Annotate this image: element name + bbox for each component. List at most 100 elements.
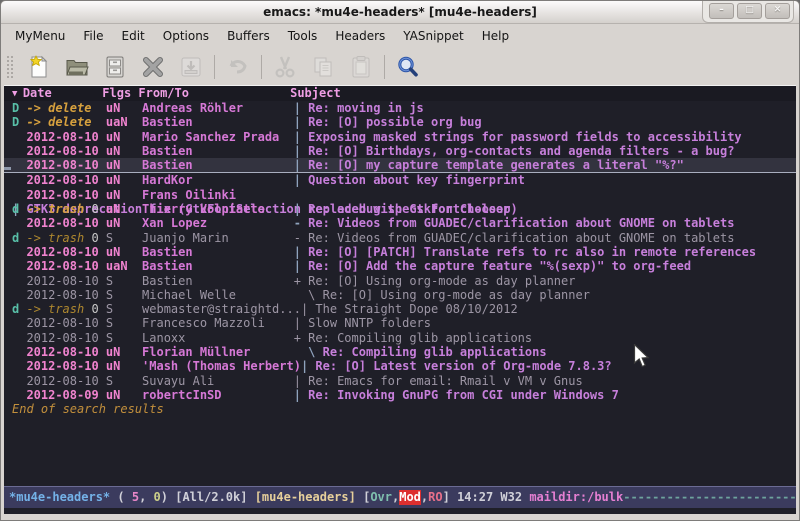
column-header-from-to[interactable]: From/To (138, 86, 290, 100)
subject-field: | Re: moving in js (294, 101, 424, 115)
flags-field: uN (106, 130, 142, 144)
toolbar-separator (261, 55, 262, 79)
column-header-date[interactable]: Date (23, 86, 102, 100)
message-row[interactable]: 2012-08-10SSuvayu Ali| Re: Emacs for ema… (4, 374, 796, 388)
modeline-segment: RO (428, 490, 442, 504)
new-file-icon[interactable] (20, 51, 58, 83)
message-row[interactable]: 2012-08-10uNHardKor| Question about key … (4, 173, 796, 187)
close-button[interactable]: ✕ (765, 3, 790, 19)
message-row[interactable]: 2012-08-10uNFrans Oilinki| GTK3 deprecat… (4, 188, 796, 202)
menu-item-help[interactable]: Help (473, 25, 518, 47)
emacs-window: emacs: *mu4e-headers* [mu4e-headers] – □… (0, 0, 800, 521)
flags-field: S (106, 302, 142, 316)
flags-field: uN (106, 158, 142, 172)
date-field: 2012-08-10 (26, 359, 105, 373)
mark-indicator: D (12, 115, 26, 129)
undo-icon (219, 51, 257, 83)
minimize-button[interactable]: – (709, 3, 734, 19)
menu-item-edit[interactable]: Edit (113, 25, 154, 47)
flags-field: uN (106, 202, 142, 216)
message-row[interactable]: 2012-08-10uNBastien| Re: [O] Birthdays, … (4, 144, 796, 158)
message-row[interactable]: d-> trash 0uNThierry Volpiatto| Re: edeb… (4, 202, 796, 216)
from-field: webmaster@straightd... (142, 302, 301, 316)
menu-item-file[interactable]: File (74, 25, 112, 47)
from-field: Bastien (142, 158, 294, 172)
from-field: Bastien (142, 144, 294, 158)
message-row[interactable]: D-> deleteuaNBastien| Re: [O] possible o… (4, 115, 796, 129)
flags-field: uN (106, 359, 142, 373)
subject-field: \ Re: [O] Using org-mode as day planner (294, 288, 590, 302)
subject-field: | Re: [O] possible org bug (294, 115, 482, 129)
file-cabinet-icon[interactable] (96, 51, 134, 83)
column-header-flags[interactable]: Flgs (102, 86, 138, 100)
subject-field: | Re: edebug specs for cl-loop (294, 202, 511, 216)
toolbar-grip-handle[interactable] (6, 55, 13, 79)
paste-icon (342, 51, 380, 83)
menu-item-yasnippet[interactable]: YASnippet (394, 25, 473, 47)
flags-field: uN (106, 245, 142, 259)
flags-field: uN (106, 388, 142, 402)
message-row[interactable]: 2012-08-10SMichael Welle \ Re: [O] Using… (4, 288, 796, 302)
flags-field: S (106, 231, 142, 245)
from-field: Suvayu Ali (142, 374, 294, 388)
modeline-segment: [ (363, 490, 370, 504)
from-field: Juanjo Marin (142, 231, 294, 245)
date-field: 2012-08-09 (26, 388, 105, 402)
date-field: -> trash 0 (26, 302, 105, 316)
column-header-subject[interactable]: Subject (290, 86, 341, 100)
flags-field: uaN (106, 115, 142, 129)
message-row[interactable]: D-> deleteuNAndreas Röhler| Re: moving i… (4, 101, 796, 115)
date-field: 2012-08-10 (26, 245, 105, 259)
date-field: 2012-08-10 (26, 259, 105, 273)
echo-area (4, 508, 796, 514)
message-row[interactable]: 2012-08-10uNBastien| Re: [O] my capture … (4, 158, 796, 173)
message-row[interactable]: d-> trash 0Swebmaster@straightd...| The … (4, 302, 796, 316)
menu-item-options[interactable]: Options (154, 25, 218, 47)
flags-field: uN (106, 144, 142, 158)
title-bar[interactable]: emacs: *mu4e-headers* [mu4e-headers] – □… (1, 1, 799, 24)
search-icon[interactable] (389, 51, 427, 83)
open-folder-icon[interactable] (58, 51, 96, 83)
modeline-segment: 0 (154, 490, 161, 504)
subject-field: \ Re: Compiling glib applications (294, 345, 547, 359)
message-row[interactable]: 2012-08-10uN'Mash (Thomas Herbert)| Re: … (4, 359, 796, 373)
modeline-segment: [All/2.0k] (175, 490, 254, 504)
message-row[interactable]: 2012-08-10uNBastien| Re: [O] [PATCH] Tra… (4, 245, 796, 259)
message-row[interactable]: 2012-08-10SLanoxx+ Re: Compiling glib ap… (4, 331, 796, 345)
flags-field: uN (106, 188, 142, 202)
message-row[interactable]: 2012-08-09uNrobertcInSD| Re: Invoking Gn… (4, 388, 796, 402)
message-row[interactable]: d-> trash 0SJuanjo Marin- Re: Videos fro… (4, 231, 796, 245)
point-cursor (4, 167, 11, 170)
subject-field: + Re: Compiling glib applications (294, 331, 532, 345)
message-row[interactable]: 2012-08-10uNFlorian Müllner \ Re: Compil… (4, 345, 796, 359)
flags-field: S (106, 331, 142, 345)
from-field: Xan Lopez (142, 216, 294, 230)
modeline-segment: , (392, 490, 399, 504)
message-row[interactable]: 2012-08-10uNMario Sanchez Prada| Exposin… (4, 130, 796, 144)
message-row[interactable]: 2012-08-10uNXan Lopez- Re: Videos from G… (4, 216, 796, 230)
menu-item-headers[interactable]: Headers (326, 25, 394, 47)
from-field: Francesco Mazzoli (142, 316, 294, 330)
message-row[interactable]: 2012-08-10SBastien+ Re: [O] Using org-mo… (4, 274, 796, 288)
maximize-button[interactable]: □ (737, 3, 762, 19)
menu-item-tools[interactable]: Tools (279, 25, 327, 47)
message-row[interactable]: 2012-08-10SFrancesco Mazzoli| Slow NNTP … (4, 316, 796, 330)
modeline-segment: Ovr (370, 490, 392, 504)
end-of-results-text: End of search results (4, 402, 796, 416)
flags-field: uN (106, 216, 142, 230)
date-field: 2012-08-10 (26, 158, 105, 172)
subject-field: + Re: [O] Using org-mode as day planner (294, 274, 576, 288)
menu-item-mymenu[interactable]: MyMenu (6, 25, 74, 47)
flags-field: S (106, 288, 142, 302)
menu-bar: MyMenuFileEditOptionsBuffersToolsHeaders… (1, 24, 799, 48)
message-row[interactable]: 2012-08-10uaNBastien| Re: [O] Add the ca… (4, 259, 796, 273)
close-buffer-icon[interactable] (134, 51, 172, 83)
date-field: 2012-08-10 (26, 331, 105, 345)
menu-item-buffers[interactable]: Buffers (218, 25, 279, 47)
date-field: -> trash 0 (26, 202, 105, 216)
from-field: Bastien (142, 245, 294, 259)
from-field: Bastien (142, 115, 294, 129)
date-field: 2012-08-10 (26, 144, 105, 158)
tool-bar (1, 48, 799, 86)
modeline-segment: 14:27 W32 (457, 490, 529, 504)
